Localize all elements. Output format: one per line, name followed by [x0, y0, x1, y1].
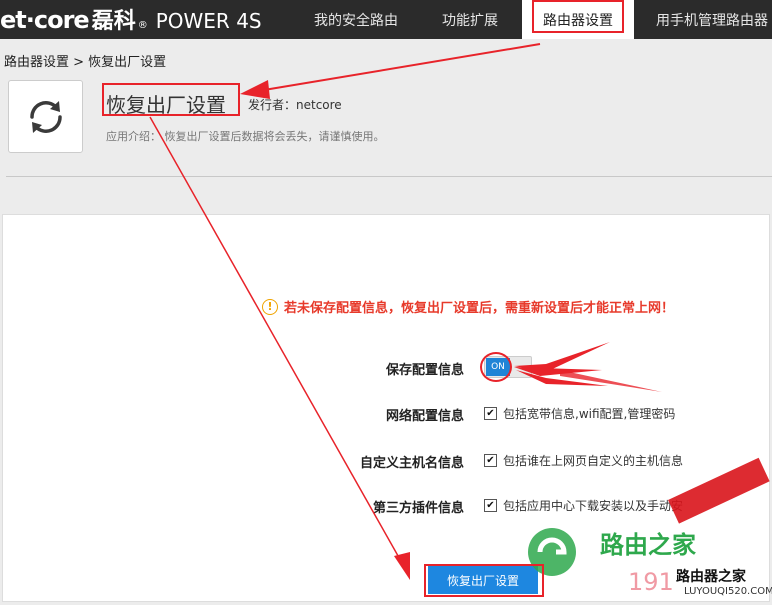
breadcrumb: 路由器设置 > 恢复出厂设置	[4, 55, 167, 70]
logo-chinese: 磊科	[91, 9, 136, 34]
network-config-label: 网络配置信息	[385, 409, 464, 424]
publisher-label: 发行者：netcore	[248, 98, 342, 112]
brand-logo: et·core 磊科 ® POWER 4S	[0, 3, 262, 34]
annotation-box-title	[102, 83, 240, 116]
hostname-config-desc: 包括谁在上网页自定义的主机信息	[503, 454, 684, 468]
logo-wordmark: et·core	[0, 6, 90, 34]
annotation-circle-toggle	[480, 352, 512, 382]
network-config-desc: 包括宽带信息,wifi配置,管理密码	[503, 407, 676, 421]
watermark-brand: 路由器之家	[676, 566, 746, 586]
nav-extensions[interactable]: 功能扩展	[424, 0, 516, 39]
nav-my-secure-router[interactable]: 我的安全路由	[296, 0, 416, 39]
annotation-box-button	[424, 564, 544, 597]
nav-mobile-manage[interactable]: 用手机管理路由器	[648, 0, 772, 39]
header-divider	[6, 176, 772, 177]
hostname-config-option: ✔ 包括谁在上网页自定义的主机信息	[484, 452, 683, 469]
top-nav-bar: et·core 磊科 ® POWER 4S 我的安全路由 功能扩展 路由器设置 …	[0, 0, 772, 39]
network-config-checkbox[interactable]: ✔	[484, 407, 497, 420]
annotation-box-nav	[532, 0, 624, 33]
watermark-site-name: 路由之家	[600, 531, 696, 559]
plugin-config-checkbox[interactable]: ✔	[484, 499, 497, 512]
exclamation-circle-icon: !	[262, 298, 278, 315]
hostname-config-label: 自定义主机名信息	[359, 456, 464, 471]
logo-registered-mark: ®	[137, 20, 148, 31]
save-config-label: 保存配置信息	[385, 363, 464, 378]
model-name: POWER 4S	[155, 9, 262, 33]
watermark-number: 191	[628, 568, 674, 596]
hostname-config-checkbox[interactable]: ✔	[484, 454, 497, 467]
warning-text: 若未保存配置信息，恢复出厂设置后，需重新设置后才能正常上网！	[284, 301, 675, 316]
plugin-config-option: ✔ 包括应用中心下载安装以及手动安	[484, 497, 683, 514]
plugin-config-desc: 包括应用中心下载安装以及手动安	[503, 499, 684, 513]
refresh-icon	[29, 100, 62, 133]
plugin-config-label: 第三方插件信息	[372, 501, 464, 516]
watermark-url: LUYOUQI520.COM	[684, 586, 772, 597]
plugin-description: 应用介绍： 恢复出厂设置后数据将会丢失，请谨慎使用。	[106, 130, 385, 143]
network-config-option: ✔ 包括宽带信息,wifi配置,管理密码	[484, 405, 675, 422]
warning-message: ! 若未保存配置信息，恢复出厂设置后，需重新设置后才能正常上网！	[262, 297, 674, 316]
plugin-icon-tile	[8, 80, 83, 153]
